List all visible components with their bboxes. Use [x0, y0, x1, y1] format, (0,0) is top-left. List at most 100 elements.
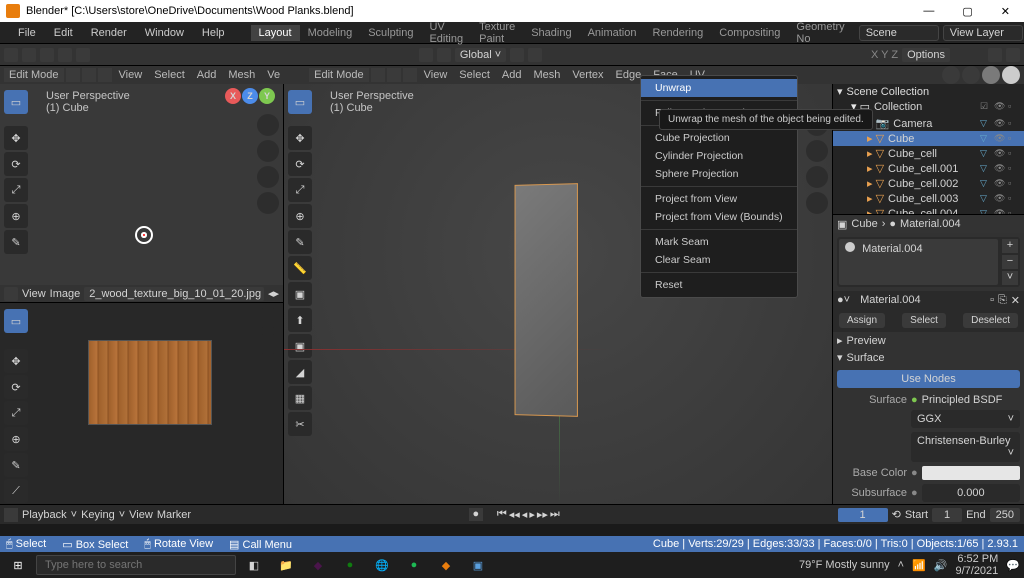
workspace-uvediting[interactable]: UV Editing: [421, 19, 471, 47]
timeline-view-menu[interactable]: View: [129, 509, 153, 521]
overlay-icon[interactable]: [942, 66, 960, 84]
img-view-menu[interactable]: View: [22, 288, 46, 300]
camera-icon-main[interactable]: [806, 166, 828, 188]
app-slack-icon[interactable]: ◆: [304, 554, 332, 576]
menu-help[interactable]: Help: [194, 25, 233, 41]
clock[interactable]: 6:52 PM 9/7/2021: [955, 553, 998, 577]
pan-icon-main[interactable]: [806, 140, 828, 162]
editor-type-icon[interactable]: [4, 48, 18, 62]
loopcut-tool[interactable]: ▦: [288, 386, 312, 410]
mark-seam-item[interactable]: Mark Seam: [641, 233, 797, 251]
img-annotate-tool[interactable]: ✎: [4, 453, 28, 477]
snap-toggle-icon[interactable]: [528, 48, 542, 62]
select-tool-main[interactable]: ▭: [288, 90, 312, 114]
filter-icon[interactable]: [988, 48, 1002, 62]
outliner-item-cube-cell-002[interactable]: ▸ ▽Cube_cell.002▽👁▫: [833, 176, 1024, 191]
persp-icon[interactable]: [257, 192, 279, 214]
move-tool[interactable]: ✥: [4, 126, 28, 150]
start-frame-field[interactable]: 1: [932, 508, 962, 522]
menu-select[interactable]: Select: [149, 68, 190, 82]
deselect-button[interactable]: Deselect: [963, 313, 1018, 328]
xray-icon[interactable]: [962, 66, 980, 84]
annotate-tool[interactable]: ✎: [4, 230, 28, 254]
select-mode-face-icon[interactable]: [98, 68, 112, 82]
ggx-row[interactable]: GGX ˅: [833, 408, 1024, 430]
menu-add-2[interactable]: Add: [497, 68, 527, 82]
menu-view-2[interactable]: View: [419, 68, 453, 82]
autokey-icon[interactable]: ●: [469, 508, 483, 521]
cursor-tool-icon[interactable]: [22, 48, 36, 62]
menu-select-2[interactable]: Select: [454, 68, 495, 82]
volume-icon[interactable]: 🔊: [934, 559, 948, 572]
rotate-tool-main[interactable]: ⟳: [288, 152, 312, 176]
assign-button[interactable]: Assign: [839, 313, 885, 328]
workspace-sculpting[interactable]: Sculpting: [360, 25, 421, 41]
tray-chevron-icon[interactable]: ˄: [898, 559, 904, 571]
menu-window[interactable]: Window: [137, 25, 192, 41]
blender-taskbar-icon[interactable]: ◆: [432, 554, 460, 576]
sphere-projection-item[interactable]: Sphere Projection: [641, 165, 797, 183]
minimize-button[interactable]: ―: [915, 3, 942, 20]
menu-mesh[interactable]: Mesh: [223, 68, 260, 82]
shading-icon[interactable]: [982, 66, 1000, 84]
play-button[interactable]: ▸: [529, 508, 535, 521]
editor-type-image-icon[interactable]: [4, 287, 18, 301]
select-mode-vert-icon-2[interactable]: [371, 68, 385, 82]
workspace-modeling[interactable]: Modeling: [300, 25, 361, 41]
explorer-icon[interactable]: 📁: [272, 554, 300, 576]
select-mode-face-icon-2[interactable]: [403, 68, 417, 82]
wifi-icon[interactable]: 📶: [912, 559, 926, 572]
workspace-shading[interactable]: Shading: [523, 25, 579, 41]
select-mode-edge-icon[interactable]: [82, 68, 96, 82]
workspace-compositing[interactable]: Compositing: [711, 25, 788, 41]
start-button[interactable]: ⊞: [4, 554, 32, 576]
gizmo-icon[interactable]: [40, 48, 54, 62]
preview-range-icon[interactable]: ⟲: [892, 508, 901, 521]
scale-tool-main[interactable]: ⤢: [288, 178, 312, 202]
material-menu-button[interactable]: ˅: [1002, 271, 1018, 285]
jump-start-button[interactable]: ⏮: [497, 508, 507, 521]
img-select-tool[interactable]: ▭: [4, 309, 28, 333]
snap-icon[interactable]: [58, 48, 72, 62]
project-view-item[interactable]: Project from View: [641, 190, 797, 208]
mat-unlink-icon[interactable]: ✕: [1011, 294, 1020, 307]
img-scale-tool[interactable]: ⤢: [4, 401, 28, 425]
cube-projection-item[interactable]: Cube Projection: [641, 129, 797, 147]
pan-icon[interactable]: [257, 140, 279, 162]
menu-render[interactable]: Render: [83, 25, 135, 41]
img-pin-icon[interactable]: ◂▸: [268, 287, 279, 300]
viewlayer-field[interactable]: View Layer: [943, 25, 1023, 41]
measure-tool[interactable]: 📏: [288, 256, 312, 280]
maximize-button[interactable]: ▢: [954, 3, 980, 20]
editor-type-icon-2[interactable]: [419, 48, 433, 62]
app-other-icon[interactable]: ▣: [464, 554, 492, 576]
keying-menu[interactable]: Keying: [81, 509, 115, 521]
select-mode-vert-icon[interactable]: [66, 68, 80, 82]
img-sample-tool[interactable]: ⟋: [4, 479, 28, 503]
pivot-icon[interactable]: [510, 48, 524, 62]
remove-material-button[interactable]: −: [1002, 255, 1018, 269]
project-bounds-item[interactable]: Project from View (Bounds): [641, 208, 797, 226]
extrude-tool[interactable]: ⬆: [288, 308, 312, 332]
workspace-animation[interactable]: Animation: [580, 25, 645, 41]
basecolor-swatch[interactable]: [922, 466, 1020, 480]
scene-field[interactable]: Scene: [859, 25, 939, 41]
proportional-icon[interactable]: [76, 48, 90, 62]
select-button[interactable]: Select: [902, 313, 946, 328]
current-frame-field[interactable]: 1: [838, 508, 888, 522]
task-view-icon[interactable]: ◧: [240, 554, 268, 576]
persp-icon-main[interactable]: [806, 192, 828, 214]
outliner-item-cube-cell[interactable]: ▸ ▽Cube_cell▽👁▫: [833, 146, 1024, 161]
img-transform-tool[interactable]: ⊕: [4, 427, 28, 451]
next-key-button[interactable]: ▸▸: [537, 508, 548, 521]
use-nodes-button[interactable]: Use Nodes: [837, 370, 1020, 388]
new-collection-icon[interactable]: [1006, 48, 1020, 62]
scale-tool[interactable]: ⤢: [4, 178, 28, 202]
basecolor-row[interactable]: Base Color ●: [833, 464, 1024, 482]
workspace-rendering[interactable]: Rendering: [644, 25, 711, 41]
inset-tool[interactable]: ▣: [288, 334, 312, 358]
timeline-editor-icon[interactable]: [4, 508, 18, 522]
viewport-topleft[interactable]: ▭ ✥ ⟳ ⤢ ⊕ ✎ User Perspective (1) Cube Z …: [0, 84, 283, 285]
transform-tool-main[interactable]: ⊕: [288, 204, 312, 228]
menu-vert[interactable]: Ve: [262, 68, 285, 82]
